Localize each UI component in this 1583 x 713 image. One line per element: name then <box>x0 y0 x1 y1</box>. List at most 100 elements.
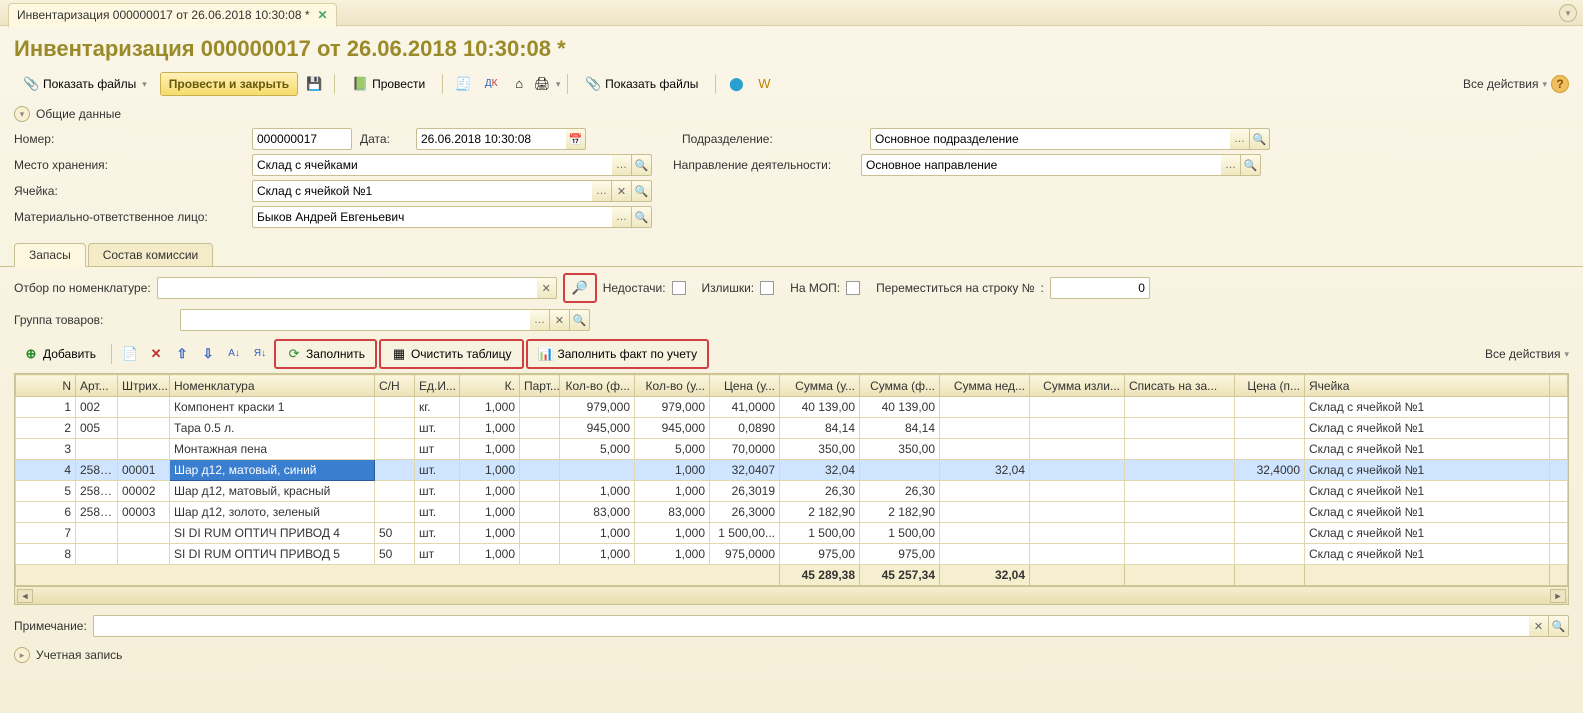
cell[interactable]: шт <box>415 439 460 460</box>
cell[interactable] <box>1550 481 1568 502</box>
cell[interactable] <box>860 460 940 481</box>
surplus-checkbox[interactable] <box>760 281 774 295</box>
cell[interactable]: шт. <box>415 460 460 481</box>
location-button[interactable]: ⬤ <box>724 72 748 96</box>
cell[interactable] <box>1030 502 1125 523</box>
cell[interactable] <box>1030 481 1125 502</box>
cell[interactable] <box>1125 460 1235 481</box>
cell[interactable]: шт <box>415 544 460 565</box>
cell[interactable]: 6 <box>16 502 76 523</box>
cell[interactable]: 1,000 <box>560 481 635 502</box>
col-qu[interactable]: Кол-во (у... <box>635 375 710 397</box>
cell[interactable] <box>1125 397 1235 418</box>
cell[interactable]: 25850 <box>76 502 118 523</box>
cell[interactable]: Шар д12, матовый, красный <box>170 481 375 502</box>
close-tab-icon[interactable]: ✕ <box>318 8 328 22</box>
scroll-right-button[interactable]: ► <box>1550 589 1566 603</box>
cell[interactable]: шт. <box>415 418 460 439</box>
cell[interactable] <box>1550 502 1568 523</box>
cell[interactable]: Склад с ячейкой №1 <box>1305 523 1550 544</box>
col-cell[interactable]: Ячейка <box>1305 375 1550 397</box>
cell[interactable]: Склад с ячейкой №1 <box>1305 481 1550 502</box>
show-files-button[interactable]: 📎Показать файлы▾ <box>14 72 156 96</box>
cell[interactable]: 32,0407 <box>710 460 780 481</box>
cell[interactable] <box>1550 397 1568 418</box>
col-party[interactable]: Парт... <box>520 375 560 397</box>
cell[interactable]: 5,000 <box>635 439 710 460</box>
cell[interactable] <box>1125 523 1235 544</box>
collapse-toggle-icon[interactable]: ▸ <box>14 647 30 663</box>
cell[interactable] <box>118 439 170 460</box>
cell[interactable]: 1,000 <box>460 418 520 439</box>
cell[interactable] <box>1235 397 1305 418</box>
cell[interactable] <box>940 481 1030 502</box>
cell[interactable] <box>1125 481 1235 502</box>
clear-button[interactable]: ✕ <box>1529 615 1549 637</box>
cell[interactable]: Склад с ячейкой №1 <box>1305 460 1550 481</box>
cell[interactable] <box>1235 502 1305 523</box>
sort-asc-button[interactable]: A↓ <box>222 342 246 366</box>
cell[interactable]: 1,000 <box>460 502 520 523</box>
table-row[interactable]: 2005Тара 0.5 л.шт.1,000945,000945,0000,0… <box>16 418 1568 439</box>
pick-button[interactable]: 🔎 <box>566 276 594 300</box>
col-pp[interactable]: Цена (п... <box>1235 375 1305 397</box>
cell[interactable]: 1 500,00 <box>780 523 860 544</box>
col-sizl[interactable]: Сумма изли... <box>1030 375 1125 397</box>
cell[interactable]: шт. <box>415 502 460 523</box>
cell[interactable] <box>940 439 1030 460</box>
col-su[interactable]: Сумма (у... <box>780 375 860 397</box>
cell[interactable]: 005 <box>76 418 118 439</box>
cell[interactable]: Тара 0.5 л. <box>170 418 375 439</box>
cell[interactable]: 1,000 <box>635 460 710 481</box>
document-tab[interactable]: Инвентаризация 000000017 от 26.06.2018 1… <box>8 3 337 27</box>
goto-row-input[interactable] <box>1050 277 1150 299</box>
cell[interactable]: 975,00 <box>780 544 860 565</box>
cell[interactable]: 83,000 <box>635 502 710 523</box>
cell[interactable]: Шар д12, матовый, синий <box>170 460 375 481</box>
cell[interactable]: 1 500,00... <box>710 523 780 544</box>
group-input[interactable] <box>180 309 530 331</box>
cell[interactable] <box>520 544 560 565</box>
mol-input[interactable] <box>252 206 612 228</box>
select-button[interactable]: … <box>612 206 632 228</box>
cell[interactable]: 00003 <box>118 502 170 523</box>
fill-button[interactable]: ⟳Заполнить <box>277 342 374 366</box>
col-n[interactable]: N <box>16 375 76 397</box>
cell[interactable] <box>1125 502 1235 523</box>
col-sn[interactable]: С/Н <box>375 375 415 397</box>
cell[interactable]: 975,0000 <box>710 544 780 565</box>
cell[interactable] <box>940 544 1030 565</box>
cell[interactable]: Склад с ячейкой №1 <box>1305 397 1550 418</box>
cell[interactable]: 1,000 <box>460 460 520 481</box>
select-button[interactable]: … <box>612 154 632 176</box>
delete-row-button[interactable]: ✕ <box>144 342 168 366</box>
cell[interactable] <box>76 523 118 544</box>
scroll-left-button[interactable]: ◄ <box>17 589 33 603</box>
fill-fact-button[interactable]: 📊Заполнить факт по учету <box>529 342 707 366</box>
open-button[interactable]: 🔍 <box>1549 615 1569 637</box>
show-files-button-2[interactable]: 📎Показать файлы <box>576 72 707 96</box>
cell[interactable]: 1 500,00 <box>860 523 940 544</box>
move-up-button[interactable]: ⇧ <box>170 342 194 366</box>
notes-input[interactable] <box>93 615 1529 637</box>
table-row[interactable]: 42585200001Шар д12, матовый, синийшт.1,0… <box>16 460 1568 481</box>
all-actions-button[interactable]: Все действия▾ <box>1463 77 1547 91</box>
cell[interactable]: 83,000 <box>560 502 635 523</box>
cell-input[interactable] <box>252 180 592 202</box>
cell[interactable] <box>1235 481 1305 502</box>
cell[interactable]: 26,3000 <box>710 502 780 523</box>
cell[interactable]: 25851 <box>76 481 118 502</box>
cell[interactable]: 1,000 <box>460 523 520 544</box>
open-button[interactable]: 🔍 <box>1241 154 1261 176</box>
cell[interactable]: SI DI RUM ОПТИЧ ПРИВОД 4 <box>170 523 375 544</box>
table-row[interactable]: 1002Компонент краски 1кг.1,000979,000979… <box>16 397 1568 418</box>
tab-stocks[interactable]: Запасы <box>14 243 86 267</box>
cell[interactable]: кг. <box>415 397 460 418</box>
cell[interactable]: 1,000 <box>635 523 710 544</box>
cell[interactable]: 84,14 <box>860 418 940 439</box>
cell[interactable] <box>560 460 635 481</box>
cell[interactable] <box>1235 439 1305 460</box>
cell[interactable] <box>1030 544 1125 565</box>
col-spis[interactable]: Списать на за... <box>1125 375 1235 397</box>
cell[interactable]: 32,04 <box>780 460 860 481</box>
